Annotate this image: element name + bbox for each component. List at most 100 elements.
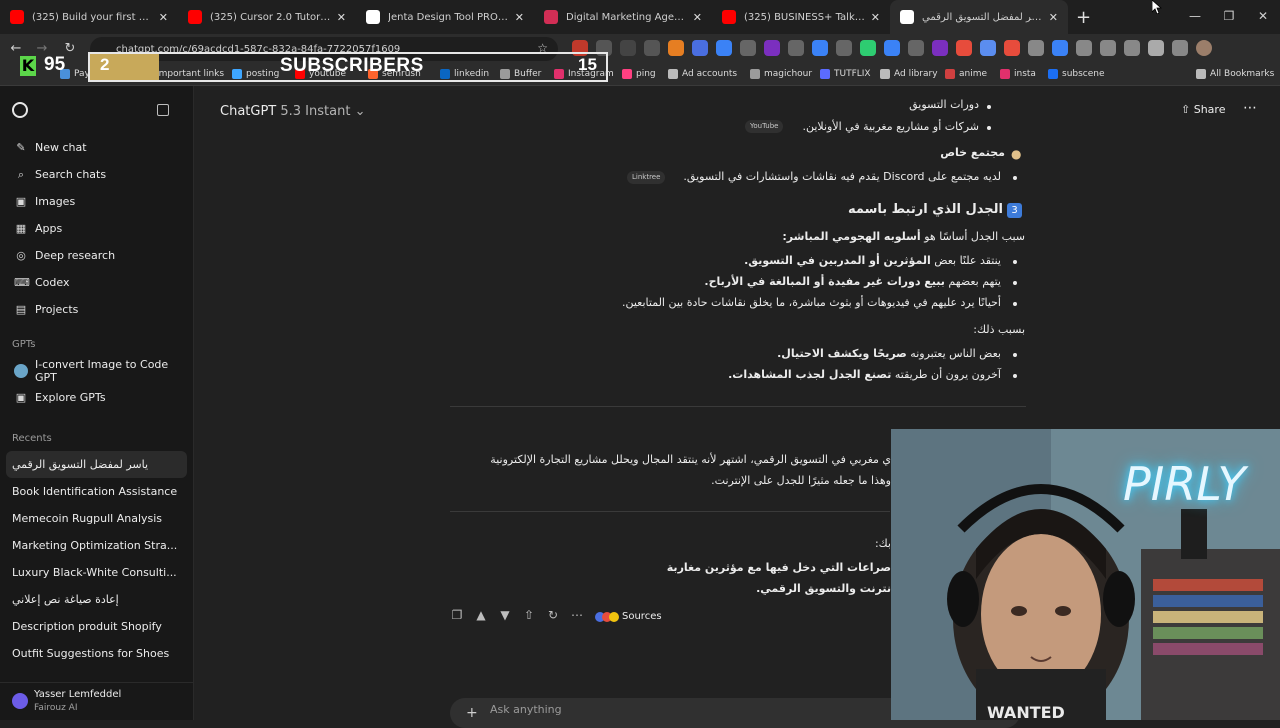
openai-logo-icon[interactable]	[12, 102, 28, 118]
bullet	[1013, 302, 1017, 306]
recent-chat-item[interactable]: Luxury Black-White Consulti...	[0, 559, 193, 586]
extension-icon[interactable]	[716, 40, 732, 56]
avatar[interactable]	[1196, 40, 1212, 56]
extension-icon[interactable]	[692, 40, 708, 56]
recent-chat-item[interactable]: Book Identification Assistance	[0, 478, 193, 505]
extension-icon[interactable]	[932, 40, 948, 56]
extension-icon[interactable]	[1004, 40, 1020, 56]
sidebar-item-codex[interactable]: ⌨ Codex	[0, 269, 193, 296]
recent-chat-item[interactable]: Outfit Suggestions for Shoes	[0, 640, 193, 667]
copy-icon[interactable]: ❐	[450, 608, 464, 622]
sidebar-item-deep-research[interactable]: ◎ Deep research	[0, 242, 193, 269]
bookmark-icon	[945, 69, 955, 79]
user-profile[interactable]: Yasser Lemfeddel Fairouz AI	[0, 682, 193, 720]
extension-icon[interactable]	[764, 40, 780, 56]
bookmark-item[interactable]: Ad accounts	[668, 69, 737, 79]
sidebar-toggle-icon[interactable]	[157, 104, 169, 116]
explore-gpts[interactable]: ▣ Explore GPTs	[0, 384, 193, 411]
response-line: نترنت والتسويق الرقمي.	[756, 582, 891, 595]
response-line: شركات أو مشاريع مغربية في الأونلاين.	[802, 120, 979, 133]
recent-chat-item[interactable]: Marketing Optimization Stra...	[0, 532, 193, 559]
bookmark-item[interactable]: magichour	[750, 69, 812, 79]
extension-icon[interactable]	[788, 40, 804, 56]
extension-icon[interactable]	[1124, 40, 1140, 56]
minimize-icon[interactable]: —	[1178, 9, 1212, 23]
restore-icon[interactable]: ❐	[1212, 9, 1246, 23]
community-heading: مجتمع خاص	[940, 146, 1005, 159]
recent-chat-item[interactable]: Description produit Shopify	[0, 613, 193, 640]
extension-icon[interactable]	[836, 40, 852, 56]
thumbs-up-icon[interactable]: ▲	[474, 608, 488, 622]
bookmark-item[interactable]: insta	[1000, 69, 1036, 79]
gpt-avatar-icon	[14, 363, 28, 378]
tab-close-icon[interactable]: ✕	[693, 11, 702, 24]
sidebar-item-label: Search chats	[35, 168, 107, 181]
extension-icon[interactable]	[1172, 40, 1188, 56]
extension-icon[interactable]	[884, 40, 900, 56]
share-button[interactable]: ⇧ Share	[1181, 103, 1225, 116]
thumbs-down-icon[interactable]: ▼	[498, 608, 512, 622]
regenerate-icon[interactable]: ↻	[546, 608, 560, 622]
sidebar-item-projects[interactable]: ▤ Projects	[0, 296, 193, 323]
bookmark-icon	[880, 69, 890, 79]
webcam-overlay: PIRLY WANTED	[891, 429, 1280, 720]
recent-chat-item[interactable]: ياسر لمفضل التسويق الرقمي	[6, 451, 187, 478]
extension-icon[interactable]	[860, 40, 876, 56]
extension-icon[interactable]	[740, 40, 756, 56]
bookmark-icon	[1196, 69, 1206, 79]
sidebar-item-search-chats[interactable]: ⌕ Search chats	[0, 161, 193, 188]
bookmark-item[interactable]: subscene	[1048, 69, 1105, 79]
close-window-icon[interactable]: ✕	[1246, 9, 1280, 23]
tab-close-icon[interactable]: ✕	[337, 11, 346, 24]
bookmark-item[interactable]: Ad library	[880, 69, 938, 79]
bookmark-item[interactable]: TUTFLIX	[820, 69, 871, 79]
extension-icon[interactable]	[1100, 40, 1116, 56]
more-options-icon[interactable]: ⋯	[1243, 100, 1257, 116]
extension-icon[interactable]	[620, 40, 636, 56]
extension-icon[interactable]	[908, 40, 924, 56]
sidebar-item-new-chat[interactable]: ✎ New chat	[0, 134, 193, 161]
browser-tab[interactable]: ياسر لمفضل التسويق الرقمي ✕	[890, 0, 1068, 34]
extension-icon[interactable]	[980, 40, 996, 56]
add-attachment-icon[interactable]: +	[466, 701, 478, 725]
source-chip-linktree[interactable]: Linktree	[627, 171, 666, 184]
sidebar-item-images[interactable]: ▣ Images	[0, 188, 193, 215]
more-icon[interactable]: ⋯	[570, 608, 584, 622]
grid-icon: ▦	[15, 222, 27, 235]
extension-icon[interactable]	[668, 40, 684, 56]
extension-icon[interactable]	[1148, 40, 1164, 56]
bookmark-item[interactable]: anime	[945, 69, 987, 79]
gpt-item-label: I-convert Image to Code GPT	[34, 357, 169, 384]
extension-icon[interactable]	[812, 40, 828, 56]
bookmark-item[interactable]: ping	[622, 69, 656, 79]
bookmark-item[interactable]: All Bookmarks	[1196, 69, 1274, 79]
tab-close-icon[interactable]: ✕	[159, 11, 168, 24]
tab-favicon-icon	[722, 10, 736, 24]
extension-icon[interactable]	[956, 40, 972, 56]
browser-tab[interactable]: (325) BUSINESS+ Talk #67 | الأبد ✕	[712, 0, 890, 34]
source-favicon	[609, 611, 619, 622]
model-selector[interactable]: ChatGPT 5.3 Instant ⌄	[220, 104, 365, 119]
subscriber-label: SUBSCRIBERS	[280, 55, 424, 76]
new-tab-icon[interactable]: +	[1076, 7, 1091, 28]
bullet	[1013, 374, 1017, 378]
browser-tab[interactable]: (325) Cursor 2.0 Tutorial for Beg ✕	[178, 0, 356, 34]
extension-icon[interactable]	[1076, 40, 1092, 56]
tab-close-icon[interactable]: ✕	[1049, 11, 1058, 24]
extension-icon[interactable]	[644, 40, 660, 56]
source-chip-youtube[interactable]: YouTube	[745, 120, 784, 133]
recent-chat-item[interactable]: إعادة صياغة نص إعلاني	[0, 586, 193, 613]
gpt-item-image-to-code[interactable]: I-convert Image to Code GPT	[0, 357, 193, 384]
tab-close-icon[interactable]: ✕	[871, 11, 880, 24]
share-icon[interactable]: ⇧	[522, 608, 536, 622]
recent-chat-item[interactable]: Memecoin Rugpull Analysis	[0, 505, 193, 532]
browser-tab[interactable]: (325) Build your first creative AI ✕	[0, 0, 178, 34]
browser-tab[interactable]: Jenta Design Tool PRO | Google ✕	[356, 0, 534, 34]
sidebar-item-apps[interactable]: ▦ Apps	[0, 215, 193, 242]
tab-close-icon[interactable]: ✕	[515, 11, 524, 24]
extension-icon[interactable]	[1052, 40, 1068, 56]
model-name: ChatGPT	[220, 104, 277, 119]
browser-tab[interactable]: Digital Marketing Agentur Deut ✕	[534, 0, 712, 34]
extension-icon[interactable]	[1028, 40, 1044, 56]
sources-button[interactable]: Sources	[595, 611, 662, 622]
